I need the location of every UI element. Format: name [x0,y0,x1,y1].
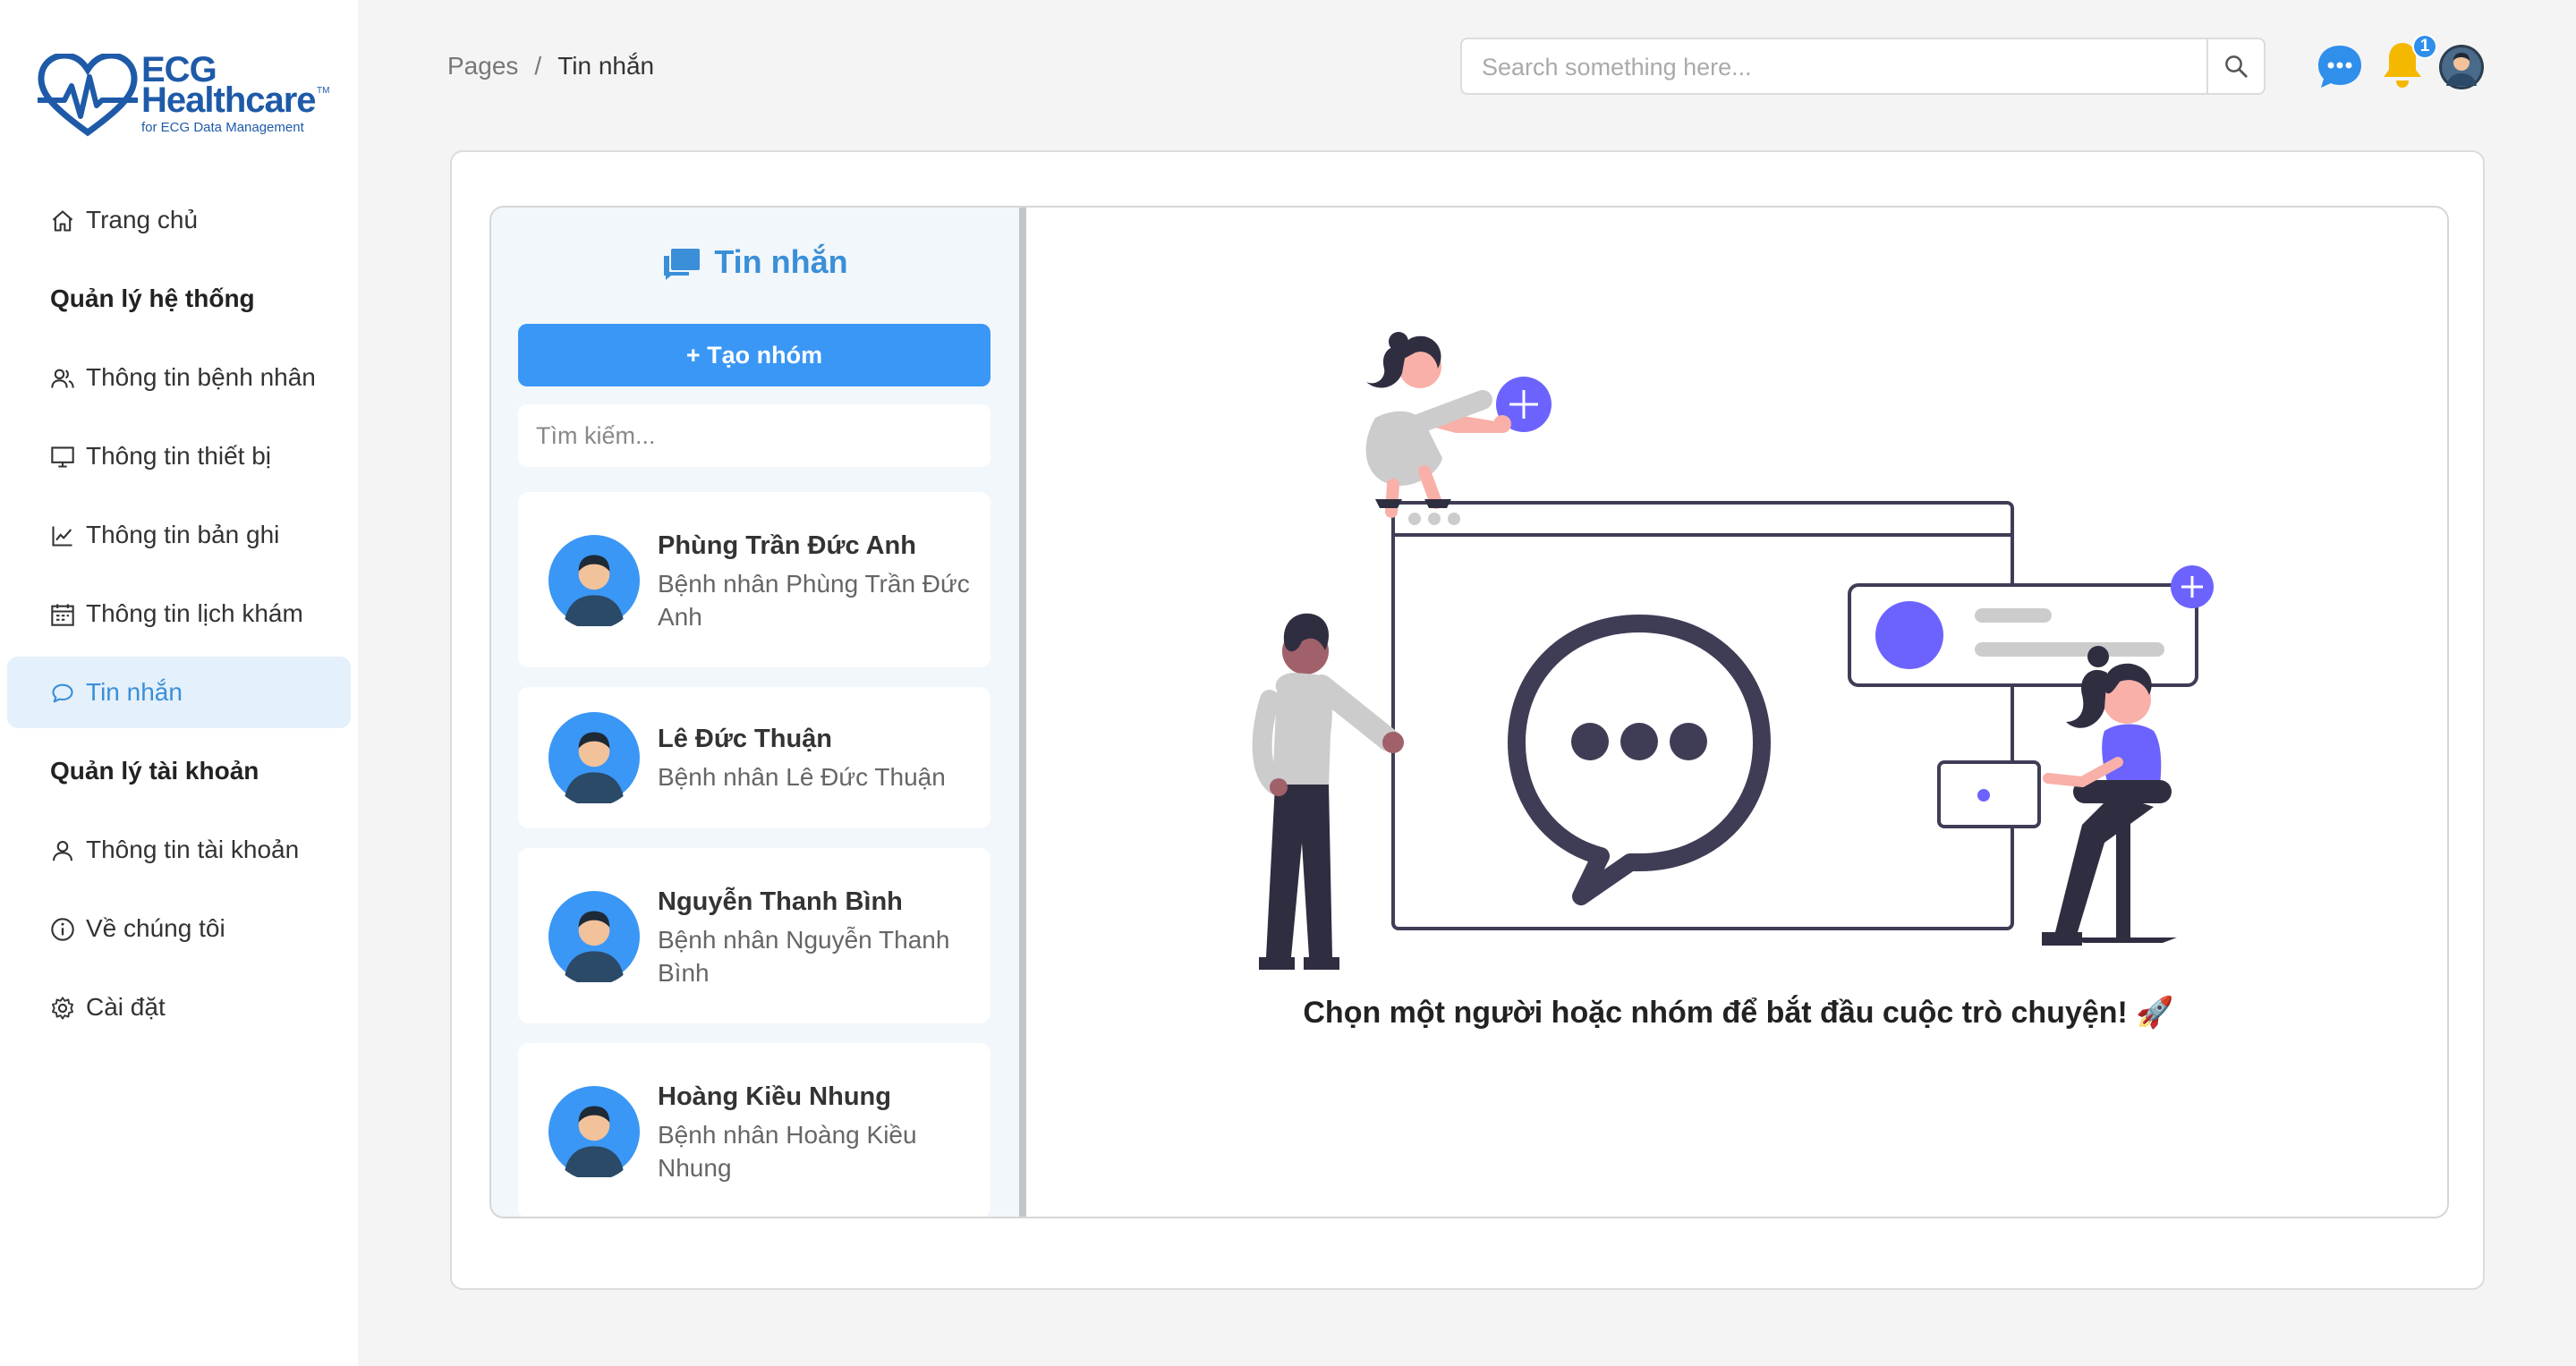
sidebar-item-home[interactable]: Trang chủ [7,184,351,256]
contact-name: Nguyễn Thanh Bình [658,887,903,916]
monitor-icon [51,446,74,468]
sidebar: ECG Healthcare TM for ECG Data Managemen… [0,0,358,1366]
breadcrumb-separator: / [534,52,542,80]
chat-bubbles-icon [664,249,701,281]
sidebar-item-schedule[interactable]: Thông tin lịch khám [7,578,351,649]
sidebar-item-label: Thông tin bản ghi [86,521,280,548]
messages-icon[interactable] [2316,43,2364,91]
sidebar-item-label: Thông tin thiết bị [86,442,272,470]
brand-trademark: TM [317,86,330,96]
chat-panel-title: Tin nhắn [491,243,1019,281]
brand-tagline: for ECG Data Management [141,120,304,135]
contact-name: Phùng Trần Đức Anh [658,531,916,560]
avatar [548,712,640,803]
contact-subtitle: Bệnh nhân Lê Đức Thuận [658,763,946,791]
conversation-area: Chọn một người hoặc nhóm để bắt đầu cuộc… [1026,208,2447,1217]
sidebar-section-system: Quản lý hệ thống [50,284,255,312]
contact-subtitle: Bệnh nhân Phùng Trần Đức Anh [658,570,970,631]
sidebar-item-settings[interactable]: Cài đặt [7,971,351,1043]
sidebar-item-about[interactable]: Về chúng tôi [7,893,351,964]
sidebar-item-records[interactable]: Thông tin bản ghi [7,499,351,571]
sidebar-item-label: Trang chủ [86,206,199,233]
sidebar-item-account[interactable]: Thông tin tài khoản [7,814,351,886]
sidebar-section-account: Quản lý tài khoản [50,757,259,785]
breadcrumb-root[interactable]: Pages [447,52,518,80]
panel-resize-handle[interactable] [1019,208,1026,1217]
home-icon [52,210,73,232]
sidebar-item-label: Về chúng tôi [86,914,225,942]
search-icon [2225,55,2248,78]
chart-line-icon [52,526,72,547]
avatar [548,535,640,626]
contact-item[interactable]: Phùng Trần Đức Anh Bệnh nhân Phùng Trần … [518,492,990,667]
sidebar-item-label: Tin nhắn [86,678,183,706]
sidebar-item-label: Thông tin lịch khám [86,599,303,627]
breadcrumb: Pages / Tin nhắn [447,52,654,81]
avatar [548,891,640,982]
contact-item[interactable]: Nguyễn Thanh Bình Bệnh nhân Nguyễn Thanh… [518,848,990,1023]
brand-logo[interactable]: ECG Healthcare TM for ECG Data Managemen… [38,50,333,140]
info-icon [51,918,74,941]
sidebar-nav: Trang chủ Quản lý hệ thống Thông tin bện… [7,184,351,1050]
calendar-icon [51,604,74,626]
search-input[interactable] [1482,52,2180,82]
avatar [548,1086,640,1177]
user-avatar[interactable] [2439,45,2484,89]
contact-subtitle: Bệnh nhân Nguyễn Thanh Bình [658,926,950,987]
gear-icon [51,997,74,1020]
sidebar-item-label: Thông tin bệnh nhân [86,363,316,391]
sidebar-item-patients[interactable]: Thông tin bệnh nhân [7,342,351,413]
sidebar-item-messages[interactable]: Tin nhắn [7,657,351,728]
main-card: Tin nhắn + Tạo nhóm Phùng Trần Đức Anh B… [450,150,2485,1290]
sidebar-item-label: Thông tin tài khoản [86,836,300,863]
users-icon [51,369,74,388]
contact-subtitle: Bệnh nhân Hoàng Kiều Nhung [658,1121,917,1182]
heart-ecg-logo-icon [38,54,138,137]
contact-item[interactable]: Lê Đức Thuận Bệnh nhân Lê Đức Thuận [518,687,990,828]
sidebar-item-label: Cài đặt [86,993,166,1021]
contact-name: Hoàng Kiều Nhung [658,1082,891,1111]
contact-search [518,404,990,467]
contact-search-input[interactable] [536,420,974,451]
conversation-list-panel: Tin nhắn + Tạo nhóm Phùng Trần Đức Anh B… [491,208,1019,1217]
search-button[interactable] [2206,39,2264,93]
notification-badge: 1 [2412,34,2437,59]
contact-name: Lê Đức Thuận [658,725,833,753]
global-search [1460,38,2266,95]
empty-chat-illustration [1252,332,2214,970]
chat-title-text: Tin nhắn [714,243,848,280]
chat-container: Tin nhắn + Tạo nhóm Phùng Trần Đức Anh B… [489,206,2449,1218]
user-icon [53,841,72,861]
chat-icon [52,683,73,703]
contact-item[interactable]: Hoàng Kiều Nhung Bệnh nhân Hoàng Kiều Nh… [518,1043,990,1217]
create-group-button[interactable]: + Tạo nhóm [518,324,990,386]
brand-name-line2: Healthcare [141,81,317,120]
sidebar-item-devices[interactable]: Thông tin thiết bị [7,420,351,492]
empty-state-message: Chọn một người hoặc nhóm để bắt đầu cuộc… [1303,996,2174,1030]
breadcrumb-current: Tin nhắn [557,52,655,80]
